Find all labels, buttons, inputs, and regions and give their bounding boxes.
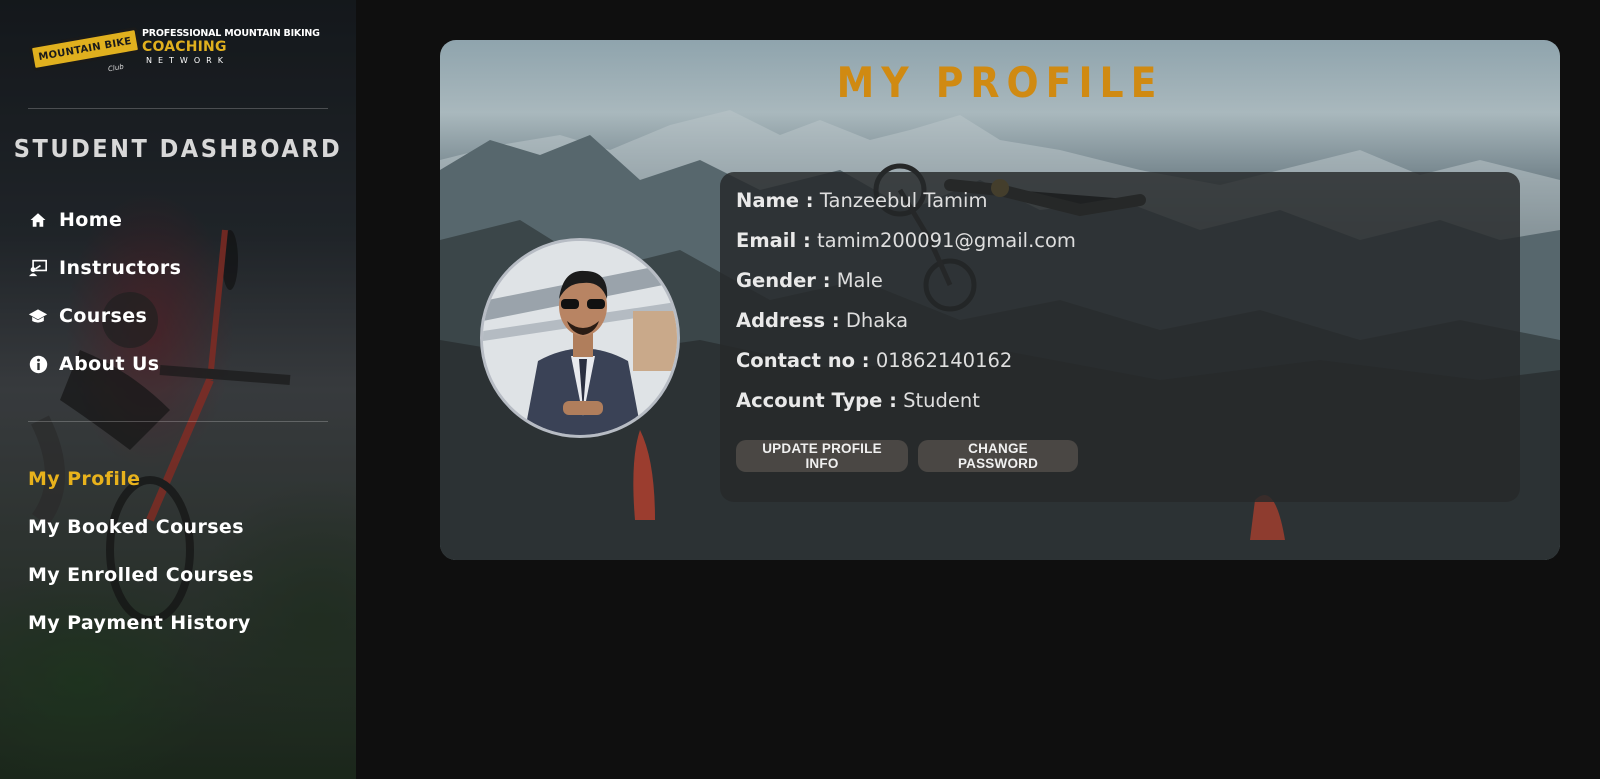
profile-avatar bbox=[480, 238, 680, 438]
change-password-button[interactable]: CHANGE PASSWORD bbox=[918, 440, 1078, 472]
nav-item-label: About Us bbox=[59, 353, 160, 375]
field-label: Account Type : bbox=[736, 389, 897, 412]
field-contact: Contact no : 01862140162 bbox=[736, 349, 1012, 372]
sidebar: MOUNTAIN BIKE Club PROFESSIONAL MOUNTAIN… bbox=[0, 0, 356, 779]
field-email: Email : tamim200091@gmail.com bbox=[736, 229, 1076, 252]
nav-item-my-enrolled-courses[interactable]: My Enrolled Courses bbox=[28, 551, 254, 599]
field-label: Contact no : bbox=[736, 349, 870, 372]
page-title: MY PROFILE bbox=[836, 58, 1164, 107]
field-label: Email : bbox=[736, 229, 811, 252]
field-label: Name : bbox=[736, 189, 814, 212]
nav-item-about[interactable]: About Us bbox=[28, 340, 181, 388]
nav-item-instructors[interactable]: Instructors bbox=[28, 244, 181, 292]
logo-badge: MOUNTAIN BIKE bbox=[28, 26, 142, 72]
field-value: 01862140162 bbox=[875, 349, 1013, 372]
logo-coaching: COACHING bbox=[142, 39, 227, 55]
nav-item-courses[interactable]: Courses bbox=[28, 292, 181, 340]
field-account-type: Account Type : Student bbox=[736, 389, 980, 412]
nav-item-label: Instructors bbox=[59, 257, 182, 279]
field-value: Dhaka bbox=[845, 309, 909, 332]
nav-item-my-payment-history[interactable]: My Payment History bbox=[28, 599, 254, 647]
logo-club: Club bbox=[107, 62, 125, 74]
field-value: Male bbox=[836, 269, 883, 292]
main-nav: Home Instructors Courses About Us bbox=[28, 196, 181, 388]
nav-item-label: Courses bbox=[59, 305, 148, 327]
field-address: Address : Dhaka bbox=[736, 309, 908, 332]
sidebar-divider bbox=[28, 108, 328, 109]
field-label: Address : bbox=[736, 309, 840, 332]
nav-item-my-profile[interactable]: My Profile bbox=[28, 455, 254, 503]
dashboard-title: STUDENT DASHBOARD bbox=[13, 134, 343, 163]
field-label: Gender : bbox=[736, 269, 831, 292]
logo-tagline: PROFESSIONAL MOUNTAIN BIKING bbox=[142, 28, 320, 39]
home-icon bbox=[28, 210, 48, 230]
update-profile-button[interactable]: UPDATE PROFILE INFO bbox=[736, 440, 908, 472]
nav-item-label: My Booked Courses bbox=[28, 516, 244, 538]
nav-item-home[interactable]: Home bbox=[28, 196, 181, 244]
profile-info-card: Name : Tanzeebul Tamim Email : tamim2000… bbox=[720, 172, 1520, 502]
nav-item-label: My Payment History bbox=[28, 612, 251, 634]
nav-item-label: My Enrolled Courses bbox=[28, 564, 254, 586]
field-gender: Gender : Male bbox=[736, 269, 883, 292]
graduation-cap-icon bbox=[28, 306, 48, 326]
nav-item-label: My Profile bbox=[28, 468, 141, 490]
nav-item-label: Home bbox=[59, 209, 123, 231]
brand-logo[interactable]: MOUNTAIN BIKE Club PROFESSIONAL MOUNTAIN… bbox=[28, 26, 328, 82]
nav-item-my-booked-courses[interactable]: My Booked Courses bbox=[28, 503, 254, 551]
sidebar-divider bbox=[28, 421, 328, 422]
field-value: tamim200091@gmail.com bbox=[816, 229, 1076, 252]
profile-hero: MY PROFILE Name : Tanzeebul Tamim Email … bbox=[440, 40, 1560, 560]
user-nav: My Profile My Booked Courses My Enrolled… bbox=[28, 455, 254, 647]
instructor-icon bbox=[28, 258, 48, 278]
logo-network: NETWORK bbox=[146, 56, 229, 65]
info-icon bbox=[28, 354, 48, 374]
field-value: Student bbox=[903, 389, 980, 412]
field-value: Tanzeebul Tamim bbox=[819, 189, 988, 212]
field-name: Name : Tanzeebul Tamim bbox=[736, 189, 987, 212]
